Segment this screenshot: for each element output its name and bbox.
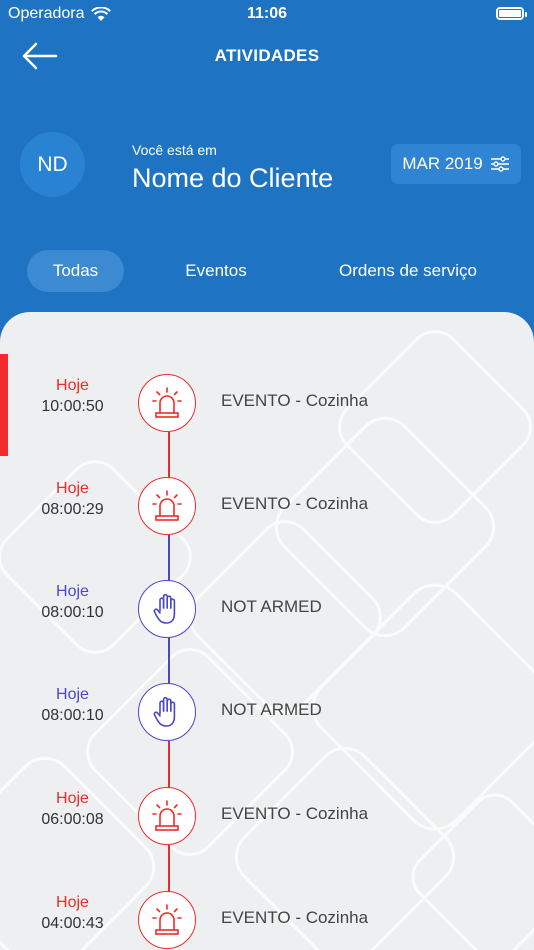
activity-date: Hoje 06:00:08 [0, 789, 145, 831]
activity-status-icon[interactable] [138, 374, 196, 432]
activity-title: NOT ARMED [221, 597, 322, 616]
activity-title: NOT ARMED [221, 700, 322, 719]
avatar-initials: ND [37, 152, 68, 176]
tab-eventos[interactable]: Eventos [166, 250, 266, 292]
activity-day: Hoje [56, 894, 89, 911]
avatar: ND [20, 132, 85, 197]
activity-title: EVENTO - Cozinha [221, 494, 369, 513]
activity-day: Hoje [56, 790, 89, 807]
activity-time: 10:00:50 [41, 398, 104, 415]
activity-item[interactable]: Hoje 08:00:29 EVENTO - Cozinha [0, 477, 534, 541]
siren-icon [152, 800, 182, 831]
siren-icon [152, 904, 182, 935]
activity-day: Hoje [56, 480, 89, 497]
activity-date: Hoje 08:00:29 [0, 479, 145, 521]
timeline-connector [168, 638, 170, 685]
battery-icon [496, 7, 527, 20]
client-name: Nome do Cliente [132, 163, 334, 193]
activity-status-icon[interactable] [138, 580, 196, 638]
activity-date: Hoje 08:00:10 [0, 582, 145, 624]
hand-icon [153, 593, 176, 624]
activity-time: 06:00:08 [41, 811, 104, 828]
page-title: ATIVIDADES [214, 46, 320, 65]
activity-time: 08:00:10 [41, 707, 104, 724]
activity-item[interactable]: Hoje 06:00:08 EVENTO - Cozinha [0, 787, 534, 851]
activity-item[interactable]: Hoje 04:00:43 EVENTO - Cozinha [0, 891, 534, 950]
siren-icon [152, 387, 182, 418]
activity-time: 04:00:43 [41, 915, 104, 932]
timeline-connector [168, 432, 170, 479]
activity-status-icon[interactable] [138, 891, 196, 949]
period-label: MAR 2019 [402, 154, 483, 173]
activity-date: Hoje 04:00:43 [0, 893, 145, 935]
activity-status-icon[interactable] [138, 787, 196, 845]
tab-ordens-de-servico[interactable]: Ordens de serviço [320, 250, 496, 292]
activity-status-icon[interactable] [138, 477, 196, 535]
status-time: 11:06 [246, 5, 288, 22]
hand-icon [153, 696, 176, 727]
activity-date: Hoje 08:00:10 [0, 685, 145, 727]
activity-day: Hoje [56, 377, 89, 394]
timeline-connector [168, 535, 170, 582]
activity-list[interactable]: Hoje 10:00:50 EVENTO - Cozinha Hoje 08:0… [0, 312, 534, 950]
activity-item[interactable]: Hoje 08:00:10 NOT ARMED [0, 580, 534, 644]
activity-day: Hoje [56, 583, 89, 600]
timeline-connector [168, 741, 170, 789]
activity-title: EVENTO - Cozinha [221, 391, 369, 410]
activity-item[interactable]: Hoje 10:00:50 EVENTO - Cozinha [0, 374, 534, 438]
siren-icon [152, 490, 182, 521]
activity-status-icon[interactable] [138, 683, 196, 741]
activity-title: EVENTO - Cozinha [221, 804, 369, 823]
status-bar: Operadora 11:06 [0, 0, 534, 28]
activity-day: Hoje [56, 686, 89, 703]
filter-sliders-icon [490, 156, 509, 172]
period-filter-button[interactable]: MAR 2019 [391, 144, 521, 184]
nav-bar: ATIVIDADES [0, 28, 534, 84]
tab-todas[interactable]: Todas [27, 250, 124, 292]
timeline-connector [168, 845, 170, 893]
activity-date: Hoje 10:00:50 [0, 376, 145, 418]
activity-time: 08:00:29 [41, 501, 104, 518]
tab-bar: Todas Eventos Ordens de serviço [0, 250, 534, 292]
activity-title: EVENTO - Cozinha [221, 908, 369, 927]
location-label: Você está em [132, 142, 217, 158]
activity-item[interactable]: Hoje 08:00:10 NOT ARMED [0, 683, 534, 747]
app-screen: Operadora 11:06 ATIVIDADES ND Você está … [0, 0, 534, 950]
activity-time: 08:00:10 [41, 604, 104, 621]
